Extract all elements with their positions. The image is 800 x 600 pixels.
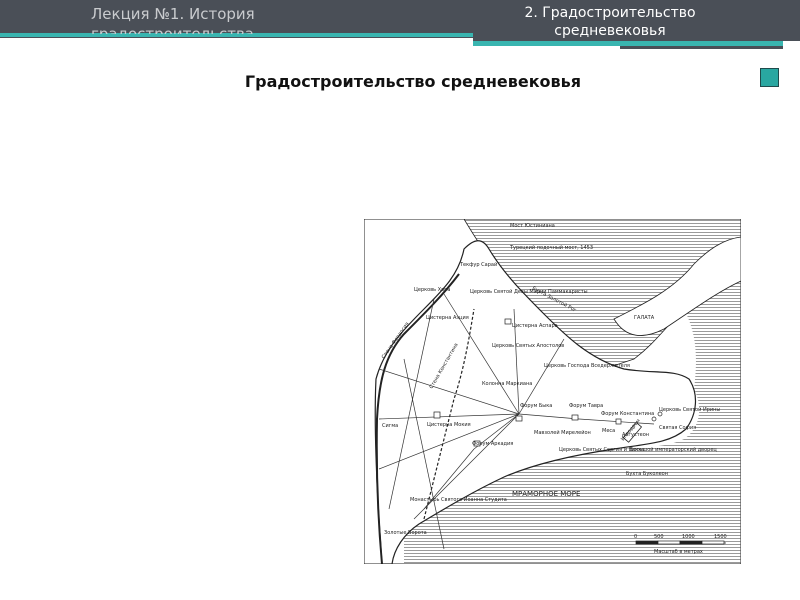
label-church-mary: Церковь Святой Девы Марии Паммакаристы: [470, 288, 588, 295]
scale-bar: [635, 540, 726, 545]
scale-tick-1500: 1500: [714, 534, 727, 540]
label-tekfur-palace: Текфур Сарай: [459, 261, 497, 268]
constantinople-map: Мост Юстиниана Турецкий подочный мост, 1…: [364, 219, 741, 564]
label-holy-apostles: Церковь Святых Апостолов: [492, 343, 564, 349]
scale-tick-0: 0: [634, 534, 637, 540]
label-forum-constantine: Форум Константина: [601, 411, 654, 417]
label-sigma: Сигма: [382, 423, 398, 429]
label-pontoon-bridge: Турецкий подочный мост, 1453: [509, 244, 593, 251]
label-golden-gate: Золотые Ворота: [384, 530, 427, 536]
lecture-title: Лекция №1. История градостроительства: [91, 5, 255, 34]
label-forum-tauri: Форум Тавра: [569, 403, 603, 409]
label-studios: Монастырь Святого Иоанна Студита: [410, 497, 507, 503]
label-hagia-irene: Церковь Святой Ирины: [659, 406, 720, 413]
label-cistern-aspar: Цистерна Аспара: [512, 323, 558, 329]
label-galata: ГАЛАТА: [634, 315, 655, 321]
header-right-underline: [620, 46, 783, 49]
label-forum-bovis: Форум Быка: [520, 403, 552, 409]
label-great-palace: Большой императорский дворец: [630, 446, 717, 453]
label-myrelaion: Мавзолей Мирелейон: [534, 429, 591, 436]
scale-label: Масштаб в метрах: [654, 549, 703, 555]
label-marmara: МРАМОРНОЕ МОРЕ: [512, 490, 580, 498]
section-title: 2. Градостроительство средневековья: [524, 5, 696, 39]
label-marcian-column: Колонна Маркиана: [482, 381, 532, 387]
scale-tick-1000: 1000: [682, 534, 695, 540]
label-mese: Меса: [602, 428, 615, 434]
label-hagia-sophia: Святая София: [659, 425, 696, 431]
label-cistern-mokios: Цистерна Мокия: [427, 422, 471, 428]
scale-tick-500: 500: [654, 534, 664, 540]
label-pantocrator: Церковь Господа Вседержителя: [544, 363, 630, 369]
label-chora-church: Церковь Хора: [414, 287, 450, 293]
label-bukoleon: Бухта Буколеон: [626, 471, 668, 477]
label-bridge-justinian: Мост Юстиниана: [510, 223, 555, 229]
label-forum-arcadius: Форум Аркадия: [472, 441, 513, 447]
label-cistern-aetius: Цистерна Аэция: [426, 315, 469, 321]
slide-title: Градостроительство средневековья: [244, 72, 582, 91]
